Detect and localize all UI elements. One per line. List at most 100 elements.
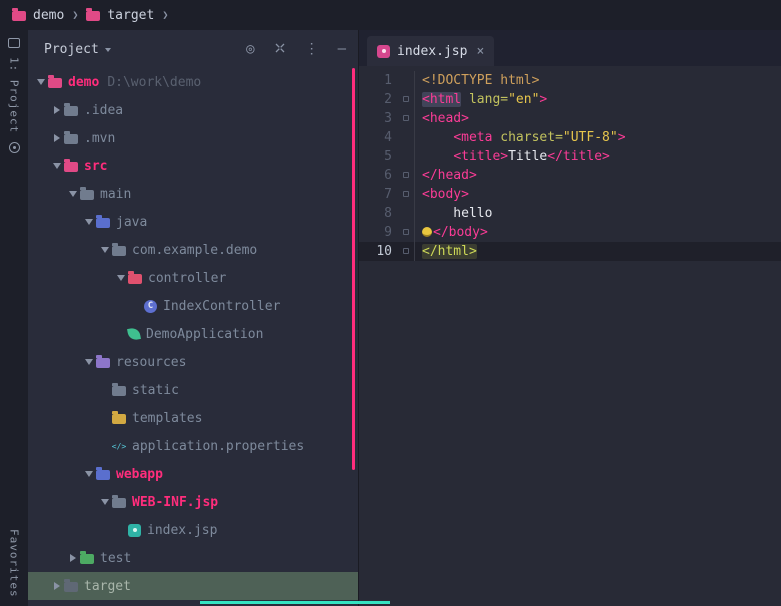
tree-item-webapp[interactable]: webapp	[28, 460, 358, 488]
fold-gutter	[397, 204, 415, 223]
project-panel: Project ◎ ⋮ — demo D:\work\demo .idea .m…	[28, 30, 358, 606]
tree-scrollbar[interactable]	[352, 68, 355, 470]
tree-item-label: demo	[68, 75, 99, 90]
breadcrumb-item-target[interactable]: target	[107, 8, 154, 23]
tree-item-target[interactable]: target	[28, 572, 358, 600]
code-line[interactable]: 2 <html lang="en">	[359, 90, 781, 109]
tab-label: index.jsp	[397, 44, 467, 59]
tree-item-java[interactable]: java	[28, 208, 358, 236]
tree-item-templates[interactable]: templates	[28, 404, 358, 432]
project-panel-title[interactable]: Project	[44, 42, 99, 57]
editor-tab-bar: index.jsp ×	[359, 30, 781, 66]
code-line[interactable]: 4 <meta charset="UTF-8">	[359, 128, 781, 147]
code-token: hello	[422, 206, 492, 221]
tree-item-web-inf[interactable]: WEB-INF.jsp	[28, 488, 358, 516]
fold-gutter[interactable]	[397, 185, 415, 204]
fold-marker-icon[interactable]	[403, 248, 409, 254]
fold-gutter[interactable]	[397, 166, 415, 185]
tree-item-application-properties[interactable]: application.properties	[28, 432, 358, 460]
package-icon	[128, 274, 142, 284]
fold-marker-icon[interactable]	[403, 96, 409, 102]
hide-panel-icon[interactable]: —	[338, 42, 346, 56]
chevron-right-icon[interactable]	[54, 106, 60, 114]
code-token: <html	[422, 92, 461, 107]
tree-item-indexcontroller[interactable]: IndexController	[28, 292, 358, 320]
code-line[interactable]: 6 </head>	[359, 166, 781, 185]
fold-gutter[interactable]	[397, 90, 415, 109]
project-tool-icon	[8, 38, 20, 48]
code-line[interactable]: 9 </body>	[359, 223, 781, 242]
chevron-down-icon[interactable]	[101, 499, 109, 505]
code-token	[461, 92, 469, 107]
fold-marker-icon[interactable]	[403, 229, 409, 235]
fold-marker-icon[interactable]	[403, 115, 409, 121]
fold-gutter[interactable]	[397, 242, 415, 261]
fold-marker-icon[interactable]	[403, 191, 409, 197]
code-line[interactable]: 5 <title>Title</title>	[359, 147, 781, 166]
favorites-stripe-button[interactable]: Favorites	[8, 529, 21, 598]
collapse-all-icon[interactable]	[274, 42, 286, 57]
project-stripe-button[interactable]: 1: Project	[8, 38, 21, 153]
tree-item-test[interactable]: test	[28, 544, 358, 572]
code-line[interactable]: 1 <!DOCTYPE html>	[359, 71, 781, 90]
fold-gutter[interactable]	[397, 223, 415, 242]
folder-icon	[112, 414, 126, 424]
chevron-down-icon[interactable]	[53, 163, 61, 169]
tree-item-src[interactable]: src	[28, 152, 358, 180]
jsp-file-icon	[377, 45, 390, 58]
chevron-down-icon[interactable]	[101, 247, 109, 253]
close-tab-icon[interactable]: ×	[476, 44, 484, 59]
fold-gutter[interactable]	[397, 109, 415, 128]
tree-item-label: target	[84, 579, 131, 594]
intention-bulb-icon[interactable]	[422, 227, 432, 237]
folder-icon	[112, 498, 126, 508]
tree-item-index-jsp[interactable]: index.jsp	[28, 516, 358, 544]
code-token: "UTF-8"	[563, 130, 618, 145]
chevron-down-icon[interactable]	[85, 219, 93, 225]
code-line-current[interactable]: 10 </html>	[359, 242, 781, 261]
chevron-down-icon[interactable]	[37, 79, 45, 85]
resources-folder-icon	[96, 358, 110, 368]
chevron-down-icon[interactable]	[69, 191, 77, 197]
chevron-right-icon[interactable]	[54, 582, 60, 590]
tree-item-label: src	[84, 159, 107, 174]
code-token: Title	[508, 149, 547, 164]
tree-item-main[interactable]: main	[28, 180, 358, 208]
code-editor[interactable]: 1 <!DOCTYPE html> 2 <html lang="en"> 3 <…	[359, 66, 781, 261]
code-line[interactable]: 7 <body>	[359, 185, 781, 204]
line-number: 10	[359, 242, 397, 261]
tree-item-idea[interactable]: .idea	[28, 96, 358, 124]
folder-icon	[80, 190, 94, 200]
tree-item-package[interactable]: com.example.demo	[28, 236, 358, 264]
chevron-down-icon[interactable]	[85, 359, 93, 365]
chevron-right-icon[interactable]	[70, 554, 76, 562]
project-path-hint: D:\work\demo	[107, 75, 201, 90]
chevron-right-icon[interactable]	[54, 134, 60, 142]
tree-item-static[interactable]: static	[28, 376, 358, 404]
line-number: 9	[359, 223, 397, 242]
code-line[interactable]: 8 hello	[359, 204, 781, 223]
more-options-icon[interactable]: ⋮	[305, 42, 319, 56]
chevron-down-icon[interactable]	[105, 48, 111, 52]
code-token: <head>	[422, 111, 469, 126]
chevron-down-icon[interactable]	[85, 471, 93, 477]
package-icon	[112, 246, 126, 256]
folder-icon	[86, 11, 100, 21]
tree-item-label: IndexController	[163, 299, 280, 314]
fold-gutter	[397, 147, 415, 166]
tree-item-demoapplication[interactable]: DemoApplication	[28, 320, 358, 348]
tree-item-label: .idea	[84, 103, 123, 118]
code-line[interactable]: 3 <head>	[359, 109, 781, 128]
tree-item-controller[interactable]: controller	[28, 264, 358, 292]
fold-marker-icon[interactable]	[403, 172, 409, 178]
tree-item-label: resources	[116, 355, 186, 370]
code-token: lang=	[469, 92, 508, 107]
tool-circle-icon	[9, 142, 20, 153]
breadcrumb-item-demo[interactable]: demo	[33, 8, 64, 23]
tree-item-mvn[interactable]: .mvn	[28, 124, 358, 152]
tab-index-jsp[interactable]: index.jsp ×	[367, 36, 494, 66]
chevron-down-icon[interactable]	[117, 275, 125, 281]
locate-file-icon[interactable]: ◎	[246, 42, 254, 56]
tree-item-resources[interactable]: resources	[28, 348, 358, 376]
tree-item-demo[interactable]: demo D:\work\demo	[28, 68, 358, 96]
